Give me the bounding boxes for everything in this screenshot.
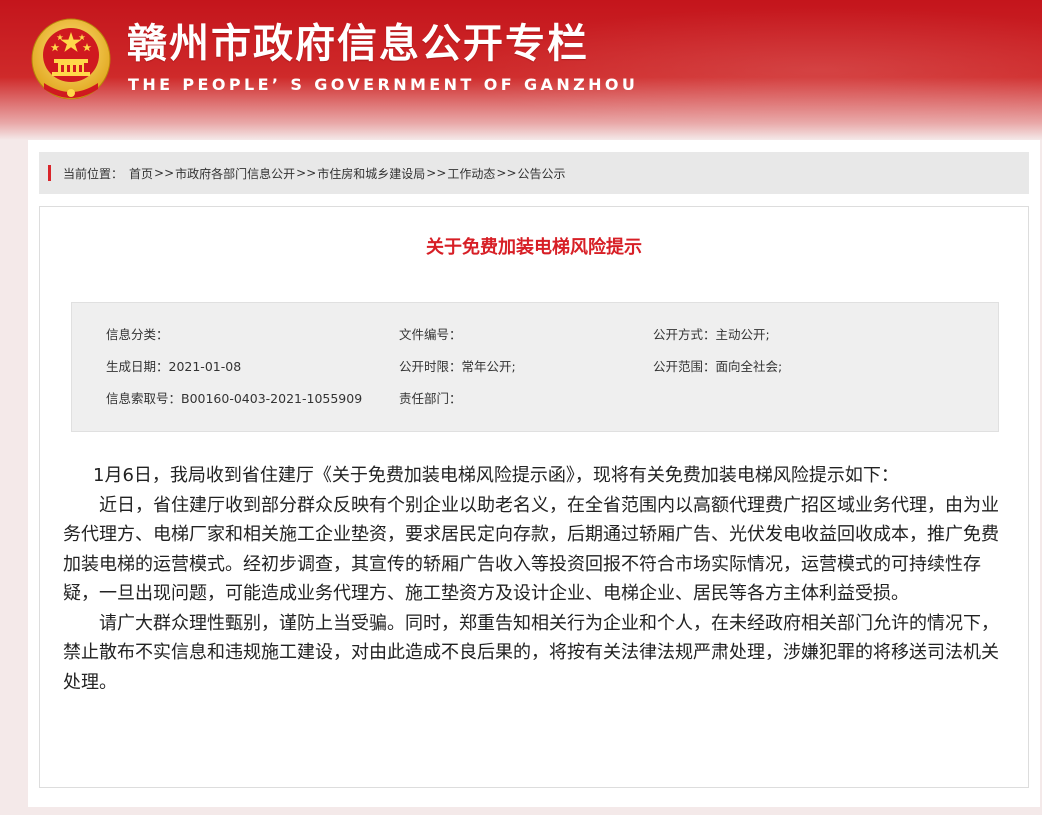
breadcrumb-departments-link[interactable]: 市政府各部门信息公开 — [175, 165, 295, 182]
breadcrumb-separator: >> — [496, 166, 517, 180]
article-title: 关于免费加装电梯风险提示 — [426, 237, 642, 258]
meta-index-number: 信息索取号：B00160-0403-2021-1055909 — [106, 391, 363, 406]
article-body: 1月6日，我局收到省住建厅《关于免费加装电梯风险提示函》，现将有关免费加装电梯风… — [63, 461, 1007, 697]
breadcrumb-home-link[interactable]: 首页 — [129, 165, 153, 182]
breadcrumb-separator: >> — [426, 166, 447, 180]
breadcrumb-housing-bureau-link[interactable]: 市住房和城乡建设局 — [317, 165, 425, 182]
article-panel: 关于免费加装电梯风险提示 信息分类： 文件编号： 公开方式：主动公开; 生成日期… — [39, 206, 1029, 788]
meta-department: 责任部门： — [399, 391, 462, 406]
article-paragraph: 请广大群众理性甄别，谨防上当受骗。同时，郑重告知相关行为企业和个人，在未经政府相… — [63, 612, 999, 693]
site-header: 赣州市政府信息公开专栏 THE PEOPLE’ S GOVERNMENT OF … — [0, 0, 1042, 140]
meta-disclosure-scope: 公开范围：面向全社会; — [653, 359, 783, 374]
article-paragraph: 1月6日，我局收到省住建厅《关于免费加装电梯风险提示函》，现将有关免费加装电梯风… — [93, 465, 899, 486]
meta-disclosure-mode: 公开方式：主动公开; — [653, 327, 770, 342]
breadcrumb-label: 当前位置： — [63, 166, 124, 181]
breadcrumb-marker — [48, 165, 51, 181]
breadcrumb: 当前位置： 首页 >> 市政府各部门信息公开 >> 市住房和城乡建设局 >> 工… — [39, 152, 1029, 194]
site-subtitle: THE PEOPLE’ S GOVERNMENT OF GANZHOU — [128, 75, 639, 94]
main-card: 当前位置： 首页 >> 市政府各部门信息公开 >> 市住房和城乡建设局 >> 工… — [28, 140, 1040, 807]
article-meta-box: 信息分类： 文件编号： 公开方式：主动公开; 生成日期：2021-01-08 公… — [71, 302, 999, 432]
national-emblem-icon — [31, 18, 111, 100]
breadcrumb-separator: >> — [296, 166, 317, 180]
meta-date: 生成日期：2021-01-08 — [106, 359, 242, 374]
article-paragraph: 近日，省住建厅收到部分群众反映有个别企业以助老名义，在全省范围内以高额代理费广招… — [63, 494, 999, 605]
meta-category: 信息分类： — [106, 327, 169, 342]
breadcrumb-separator: >> — [154, 166, 175, 180]
breadcrumb-work-news-link[interactable]: 工作动态 — [447, 165, 495, 182]
breadcrumb-notices-link[interactable]: 公告公示 — [518, 165, 566, 182]
meta-disclosure-period: 公开时限：常年公开; — [399, 359, 516, 374]
site-title: 赣州市政府信息公开专栏 — [127, 21, 589, 67]
meta-doc-number: 文件编号： — [399, 327, 462, 342]
